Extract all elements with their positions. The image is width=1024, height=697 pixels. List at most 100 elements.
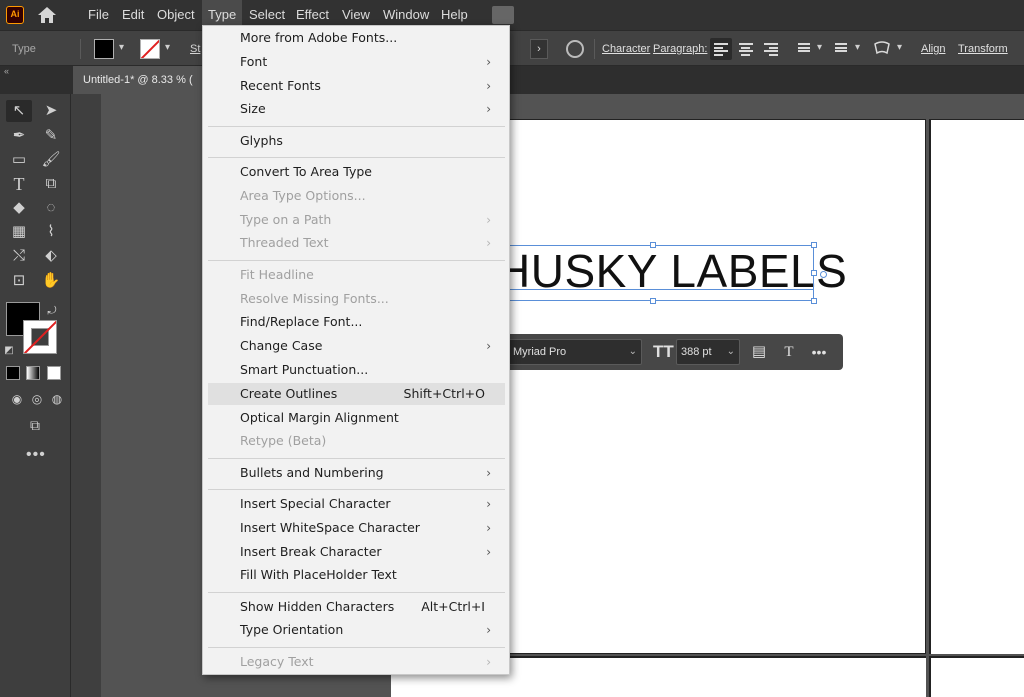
edit-toolbar-icon[interactable]: ••• (26, 446, 46, 464)
menu-item-label: Bullets and Numbering (240, 464, 384, 480)
mesh-tool-icon[interactable]: ▦ (6, 221, 32, 243)
draw-inside-icon[interactable]: ◍ (44, 388, 70, 410)
menu-item-fill-with-placeholder-text[interactable]: Fill With PlaceHolder Text (208, 564, 505, 586)
menu-bar: Ai File Edit Object Type Select Effect V… (0, 0, 1024, 30)
none-mode-icon[interactable] (47, 366, 61, 380)
chevron-right-icon: › (486, 623, 491, 638)
menu-item-insert-break-character[interactable]: Insert Break Character › (208, 541, 505, 563)
eraser-tool-icon[interactable]: ◆ (6, 197, 32, 219)
type-tool-icon[interactable]: T (6, 173, 32, 195)
menu-object[interactable]: Object (151, 0, 201, 30)
artboard-corner[interactable] (929, 656, 1024, 697)
stroke-swatch[interactable] (140, 39, 160, 59)
gradient-mode-icon[interactable] (26, 366, 40, 380)
font-family-select[interactable]: Myriad Pro ⌄ (506, 339, 642, 365)
menu-separator (208, 259, 505, 261)
numbered-list-icon[interactable] (831, 38, 853, 60)
stroke-dropdown-icon[interactable]: ▾ (165, 41, 175, 55)
menu-item-smart-punctuation[interactable]: Smart Punctuation... (208, 359, 505, 381)
menu-item-convert-to-area-type[interactable]: Convert To Area Type (208, 161, 505, 183)
artboard-tool-icon[interactable]: ⊡ (6, 270, 32, 292)
default-colors-icon[interactable]: ◩ (2, 340, 16, 362)
menu-item-label: Change Case (240, 338, 323, 354)
resize-handle[interactable] (811, 270, 817, 276)
menu-item-label: Type on a Path (240, 211, 332, 227)
menu-item-shortcut: Shift+Ctrl+O (403, 385, 485, 401)
paragraph-link[interactable]: Paragraph: (653, 43, 707, 55)
recolor-globe-icon[interactable] (566, 40, 584, 58)
menu-item-insert-special-character[interactable]: Insert Special Character › (208, 493, 505, 515)
menu-item-insert-whitespace-character[interactable]: Insert WhiteSpace Character › (208, 517, 505, 539)
font-size-value: 388 pt (681, 346, 712, 358)
chevron-right-icon: › (486, 54, 491, 69)
menu-item-label: More from Adobe Fonts... (240, 30, 398, 45)
menu-edit[interactable]: Edit (116, 0, 150, 30)
warp-dropdown-icon[interactable]: ▾ (897, 41, 907, 55)
paragraph-options-icon[interactable]: ▤ (750, 343, 768, 361)
menu-item-retype-beta: Retype (Beta) (208, 430, 505, 452)
rectangle-tool-icon[interactable]: ▭ (6, 149, 32, 171)
scale-tool-icon[interactable]: ⧉ (38, 173, 64, 195)
menu-item-type-orientation[interactable]: Type Orientation › (208, 619, 505, 641)
menu-file[interactable]: File (82, 0, 115, 30)
resize-handle[interactable] (650, 242, 656, 248)
align-center-icon[interactable] (735, 38, 757, 60)
menu-item-bullets-and-numbering[interactable]: Bullets and Numbering › (208, 462, 505, 484)
paintbrush-tool-icon[interactable]: 🖌 (38, 149, 64, 171)
shape-builder-tool-icon[interactable]: ⤭ (6, 245, 32, 267)
menu-item-find-replace-font[interactable]: Find/Replace Font... (208, 311, 505, 333)
menu-item-size[interactable]: Size › (208, 98, 505, 120)
menu-item-label: Size (240, 101, 266, 117)
fill-dropdown-icon[interactable]: ▾ (119, 41, 129, 55)
text-thread-port[interactable] (820, 271, 827, 278)
color-mode-icon[interactable] (6, 366, 20, 380)
type-options-icon[interactable]: T (780, 343, 798, 361)
selection-bounding-box[interactable] (505, 245, 814, 301)
document-tab[interactable]: Untitled-1* @ 8.33 % ( (73, 66, 213, 94)
more-options-icon[interactable]: ••• (810, 343, 828, 361)
home-icon[interactable] (37, 6, 57, 24)
menu-item-show-hidden-characters[interactable]: Show Hidden Characters Alt+Ctrl+I (208, 596, 505, 618)
screen-mode-icon[interactable]: ⧉ (22, 414, 48, 436)
align-right-icon[interactable] (760, 38, 782, 60)
numbered-dropdown-icon[interactable]: ▾ (855, 41, 865, 55)
bullet-list-icon[interactable] (794, 38, 816, 60)
artboard-adjacent[interactable] (929, 119, 1024, 654)
direct-selection-tool-icon[interactable]: ➤ (38, 100, 64, 122)
menu-item-create-outlines[interactable]: Create Outlines Shift+Ctrl+O (208, 382, 505, 405)
eyedropper-tool-icon[interactable]: ⌇ (38, 221, 64, 243)
fill-swatch[interactable] (94, 39, 114, 59)
font-size-select[interactable]: 388 pt ⌄ (676, 339, 740, 365)
glyph-warp-icon[interactable] (872, 38, 894, 60)
pen-tool-icon[interactable]: ✒ (6, 125, 32, 147)
align-left-icon[interactable] (710, 38, 732, 60)
chevron-right-icon[interactable]: › (530, 39, 548, 59)
menu-item-more-from-adobe-fonts[interactable]: More from Adobe Fonts... (208, 27, 505, 49)
bullet-dropdown-icon[interactable]: ▾ (817, 41, 827, 55)
swap-colors-icon[interactable]: ⤾ (44, 300, 60, 322)
menu-item-optical-margin-alignment[interactable]: Optical Margin Alignment (208, 407, 505, 429)
stroke-color-swatch[interactable] (23, 320, 57, 354)
transform-link[interactable]: Transform (958, 43, 1008, 55)
resize-handle[interactable] (811, 298, 817, 304)
blend-tool-icon[interactable]: ⬖ (38, 245, 64, 267)
character-link[interactable]: Character (602, 43, 650, 55)
collapse-panel-icon[interactable]: « (4, 66, 9, 76)
curvature-tool-icon[interactable]: ✎ (38, 125, 64, 147)
resize-handle[interactable] (811, 242, 817, 248)
menu-item-label: Show Hidden Characters (240, 598, 395, 614)
hand-tool-icon[interactable]: ✋ (38, 270, 64, 292)
resize-handle[interactable] (650, 298, 656, 304)
chevron-right-icon: › (486, 102, 491, 117)
menu-item-font[interactable]: Font › (208, 51, 505, 73)
menu-item-change-case[interactable]: Change Case › (208, 335, 505, 357)
selection-tool-icon[interactable]: ↖ (6, 100, 32, 122)
lasso-tool-icon[interactable]: ◌ (38, 197, 64, 219)
menu-item-label: Insert WhiteSpace Character (240, 519, 420, 535)
menu-item-recent-fonts[interactable]: Recent Fonts › (208, 75, 505, 97)
menu-item-glyphs[interactable]: Glyphs (208, 130, 505, 152)
stroke-link[interactable]: St (190, 43, 200, 55)
illustrator-logo-icon: Ai (6, 6, 24, 24)
workspace-switcher-icon[interactable] (492, 6, 514, 24)
align-link[interactable]: Align (921, 43, 945, 55)
